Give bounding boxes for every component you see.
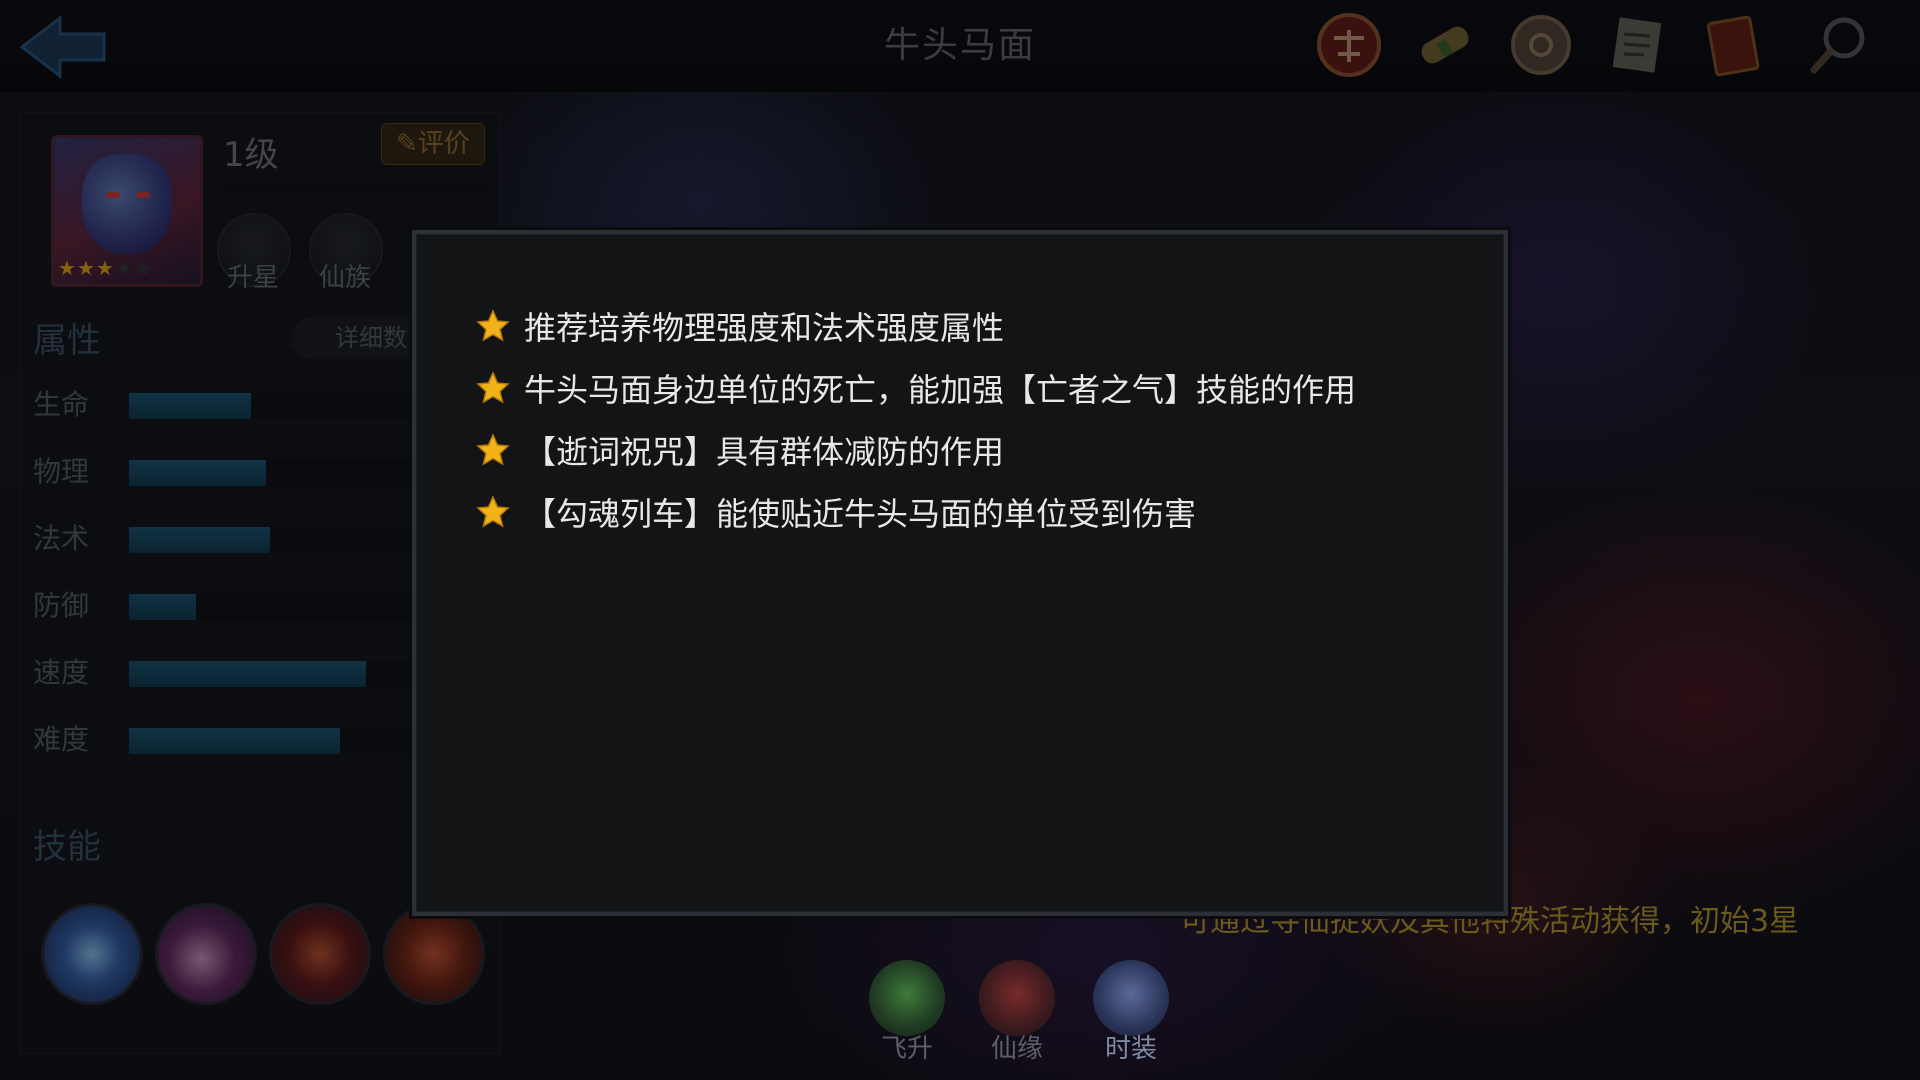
tab-costume-label: 时装 [1104, 1034, 1157, 1064]
tab-fate[interactable]: 仙缘 [972, 960, 1062, 1070]
tip-item: 牛头马面身边单位的死亡，能加强【亡者之气】技能的作用 [476, 368, 1357, 409]
tab-fate-label: 仙缘 [990, 1034, 1043, 1064]
star-bullet-icon [476, 433, 510, 466]
star-bullet-icon [476, 371, 510, 404]
star-bullet-icon [476, 309, 510, 342]
fate-icon [979, 960, 1055, 1036]
ascend-icon [869, 960, 945, 1036]
tip-item: 【逝词祝咒】具有群体减防的作用 [476, 430, 1005, 471]
tab-costume[interactable]: 时装 [1086, 960, 1176, 1070]
tab-ascend[interactable]: 飞升 [862, 960, 952, 1070]
tab-ascend-label: 飞升 [880, 1034, 933, 1064]
tips-modal: 推荐培养物理强度和法术强度属性牛头马面身边单位的死亡，能加强【亡者之气】技能的作… [412, 230, 1508, 916]
costume-icon [1093, 960, 1169, 1036]
star-bullet-icon [476, 495, 510, 528]
tip-text: 牛头马面身边单位的死亡，能加强【亡者之气】技能的作用 [524, 371, 1357, 409]
tip-text: 【逝词祝咒】具有群体减防的作用 [524, 433, 1005, 471]
tip-text: 推荐培养物理强度和法术强度属性 [524, 309, 1005, 347]
tip-item: 【勾魂列车】能使贴近牛头马面的单位受到伤害 [476, 492, 1197, 533]
tip-item: 推荐培养物理强度和法术强度属性 [476, 306, 1005, 347]
tip-text: 【勾魂列车】能使贴近牛头马面的单位受到伤害 [524, 495, 1197, 533]
